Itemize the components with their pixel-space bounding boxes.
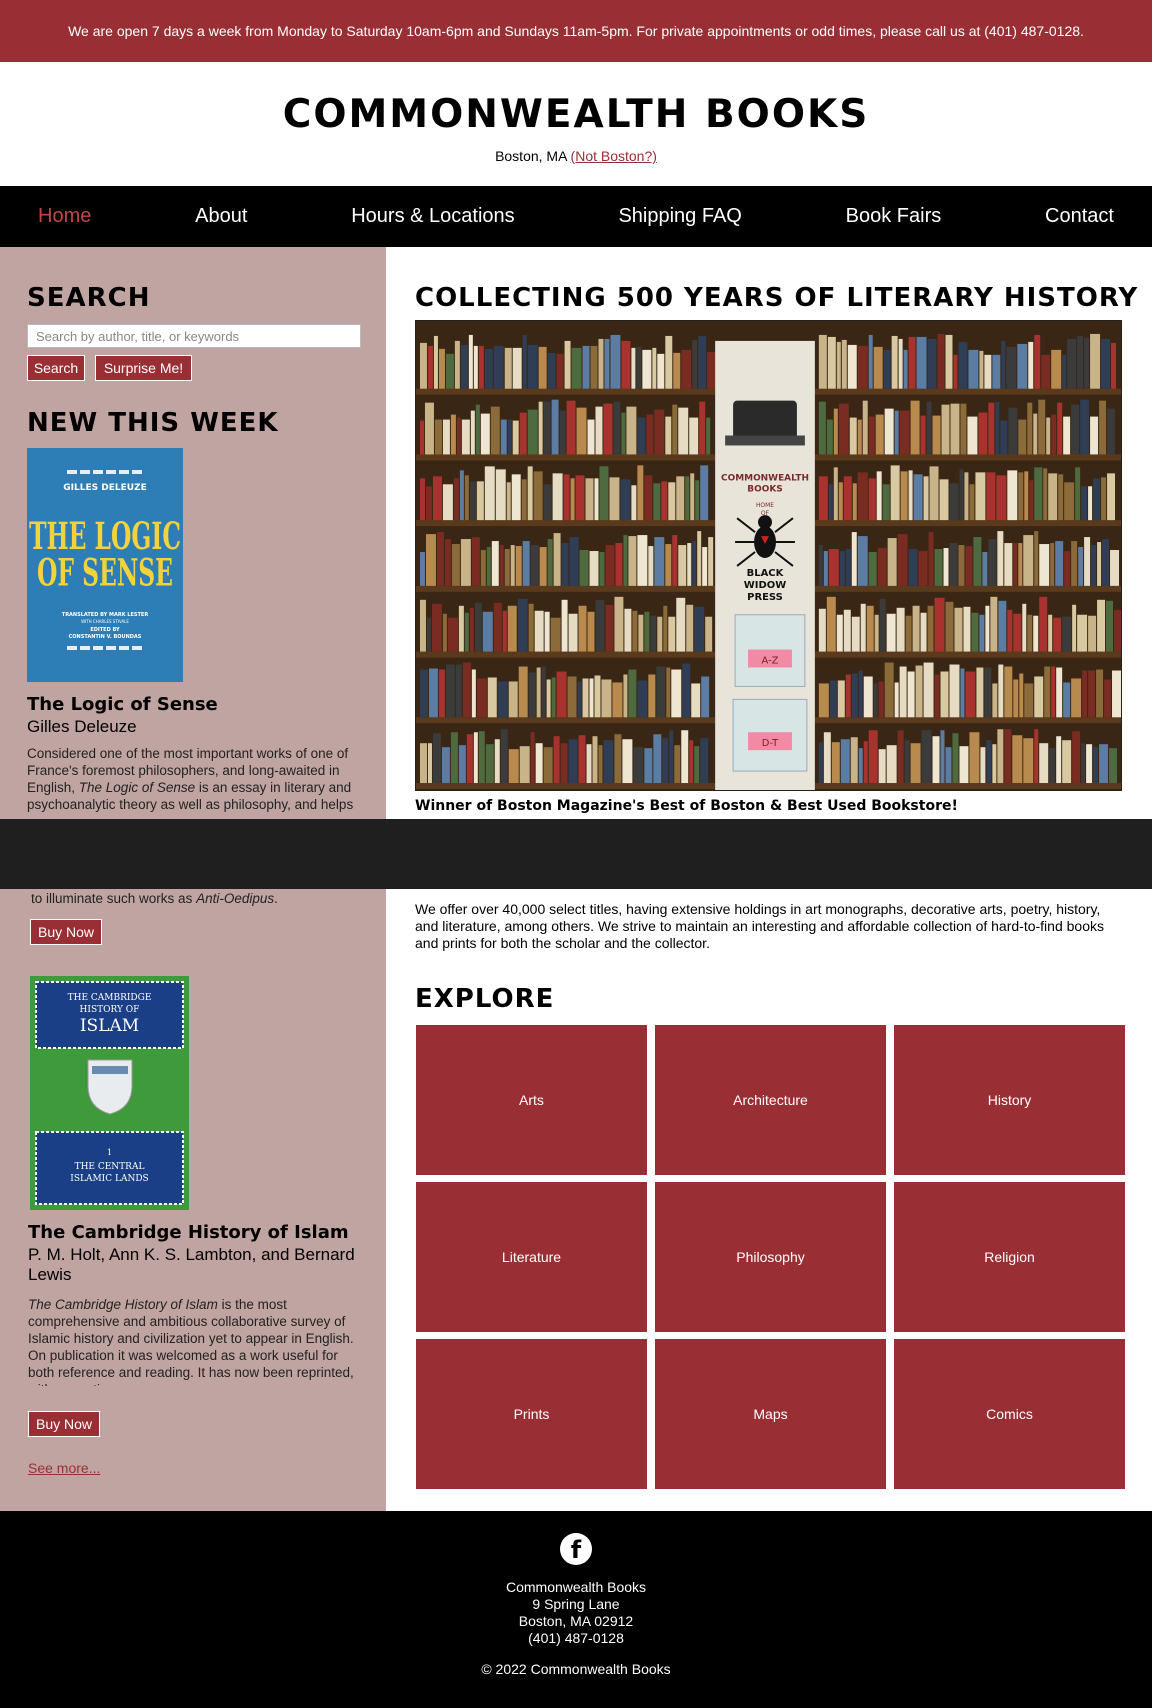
category-history[interactable]: History [894, 1025, 1125, 1175]
cover-credits-2: WITH CHARLES STIVALE [81, 619, 129, 624]
cover-author: GILLES DELEUZE [63, 483, 146, 493]
site-title[interactable]: COMMONWEALTH BOOKS [0, 92, 1152, 138]
cover-top-1: THE CAMBRIDGE [68, 993, 152, 1003]
footer-store-name: Commonwealth Books [505, 1579, 647, 1595]
sign-line-6: WIDOW [744, 580, 786, 591]
copyright: © 2022 Commonwealth Books [481, 1661, 671, 1677]
sign-line-5: BLACK [747, 568, 785, 579]
cover-bottom-1: 1 [107, 1148, 112, 1157]
book-title-2[interactable]: The Cambridge History of Islam [28, 1222, 349, 1243]
new-this-week-heading: NEW THIS WEEK [27, 408, 279, 438]
nav-book-fairs[interactable]: Book Fairs [846, 205, 942, 228]
cover-title-line-2: OF SENSE [37, 552, 173, 595]
category-architecture[interactable]: Architecture [655, 1025, 886, 1175]
cover-credits-4: CONSTANTIN V. BOUNDAS [69, 634, 142, 640]
bookstore-hero-image: COMMONWEALTH BOOKS HOME OF BLACK WIDOW P… [415, 320, 1122, 791]
award-caption: Winner of Boston Magazine's Best of Bost… [415, 798, 958, 814]
hours-banner-text: We are open 7 days a week from Monday to… [68, 23, 1084, 39]
book-description-1-continued: to illuminate such works as Anti-Oedipus… [31, 891, 278, 906]
cover-credits-1: TRANSLATED BY MARK LESTER [62, 612, 149, 618]
cover-bottom-3: ISLAMIC LANDS [70, 1174, 148, 1184]
surprise-me-button[interactable]: Surprise Me! [95, 355, 192, 381]
cover-credits-3: EDITED BY [90, 627, 120, 633]
book-cover-logic-of-sense[interactable]: GILLES DELEUZE THE LOGIC OF SENSE TRANSL… [27, 448, 183, 682]
nav-shipping-faq[interactable]: Shipping FAQ [618, 205, 741, 228]
footer-street: 9 Spring Lane [532, 1596, 620, 1612]
category-comics[interactable]: Comics [894, 1339, 1125, 1489]
book-cover-cambridge-history-of-islam[interactable]: THE CAMBRIDGE HISTORY OF ISLAM 1 THE CEN… [30, 976, 189, 1210]
footer-city: Boston, MA 02912 [518, 1613, 634, 1629]
change-location-link[interactable]: (Not Boston?) [571, 148, 657, 164]
facebook-icon[interactable]: f [560, 1533, 592, 1565]
see-more-link[interactable]: See more... [28, 1460, 100, 1476]
bin-label-2: D-T [762, 738, 779, 749]
nav-about[interactable]: About [195, 205, 247, 228]
bin-label-1: A-Z [761, 656, 778, 667]
category-arts[interactable]: Arts [416, 1025, 647, 1175]
search-button[interactable]: Search [27, 355, 85, 381]
footer-address: Commonwealth Books 9 Spring Lane Boston,… [0, 1579, 1152, 1647]
sign-line-3: HOME [756, 502, 774, 509]
footer-phone: (401) 487-0128 [528, 1630, 624, 1646]
book-author-1: Gilles Deleuze [27, 717, 137, 736]
explore-heading: EXPLORE [415, 984, 555, 1014]
cover-top-3: ISLAM [80, 1016, 139, 1036]
category-literature[interactable]: Literature [416, 1182, 647, 1332]
location: Boston, MA (Not Boston?) [0, 148, 1152, 164]
book-author-2: P. M. Holt, Ann K. S. Lambton, and Berna… [28, 1245, 355, 1284]
book-description-1: Considered one of the most important wor… [27, 746, 354, 812]
sign-line-7: PRESS [747, 592, 783, 603]
book-description-2: The Cambridge History of Islam is the mo… [28, 1297, 354, 1386]
dark-divider-band [0, 819, 1152, 889]
cover-top-2: HISTORY OF [80, 1005, 140, 1015]
nav-home[interactable]: Home [38, 205, 91, 228]
masthead: COMMONWEALTH BOOKS Boston, MA (Not Bosto… [0, 62, 1152, 186]
buy-now-button-1[interactable]: Buy Now [30, 919, 102, 945]
category-philosophy[interactable]: Philosophy [655, 1182, 886, 1332]
nav-contact[interactable]: Contact [1045, 205, 1114, 228]
location-text: Boston, MA [495, 148, 567, 164]
search-input[interactable] [27, 324, 361, 348]
main-nav: Home About Hours & Locations Shipping FA… [0, 186, 1152, 247]
main-heading: COLLECTING 500 YEARS OF LITERARY HISTORY [415, 283, 1139, 313]
category-maps[interactable]: Maps [655, 1339, 886, 1489]
hours-banner: We are open 7 days a week from Monday to… [0, 0, 1152, 62]
intro-paragraph: We offer over 40,000 select titles, havi… [415, 901, 1104, 951]
search-heading: SEARCH [27, 283, 151, 313]
category-prints[interactable]: Prints [416, 1339, 647, 1489]
buy-now-button-2[interactable]: Buy Now [28, 1411, 100, 1437]
sign-line-1: COMMONWEALTH [721, 473, 809, 483]
typewriter-icon [733, 400, 797, 441]
footer: f Commonwealth Books 9 Spring Lane Bosto… [0, 1511, 1152, 1708]
book-title-1[interactable]: The Logic of Sense [27, 694, 218, 715]
category-religion[interactable]: Religion [894, 1182, 1125, 1332]
nav-hours-locations[interactable]: Hours & Locations [351, 205, 514, 228]
cover-bottom-2: THE CENTRAL [75, 1162, 145, 1172]
sign-line-2: BOOKS [747, 484, 782, 494]
